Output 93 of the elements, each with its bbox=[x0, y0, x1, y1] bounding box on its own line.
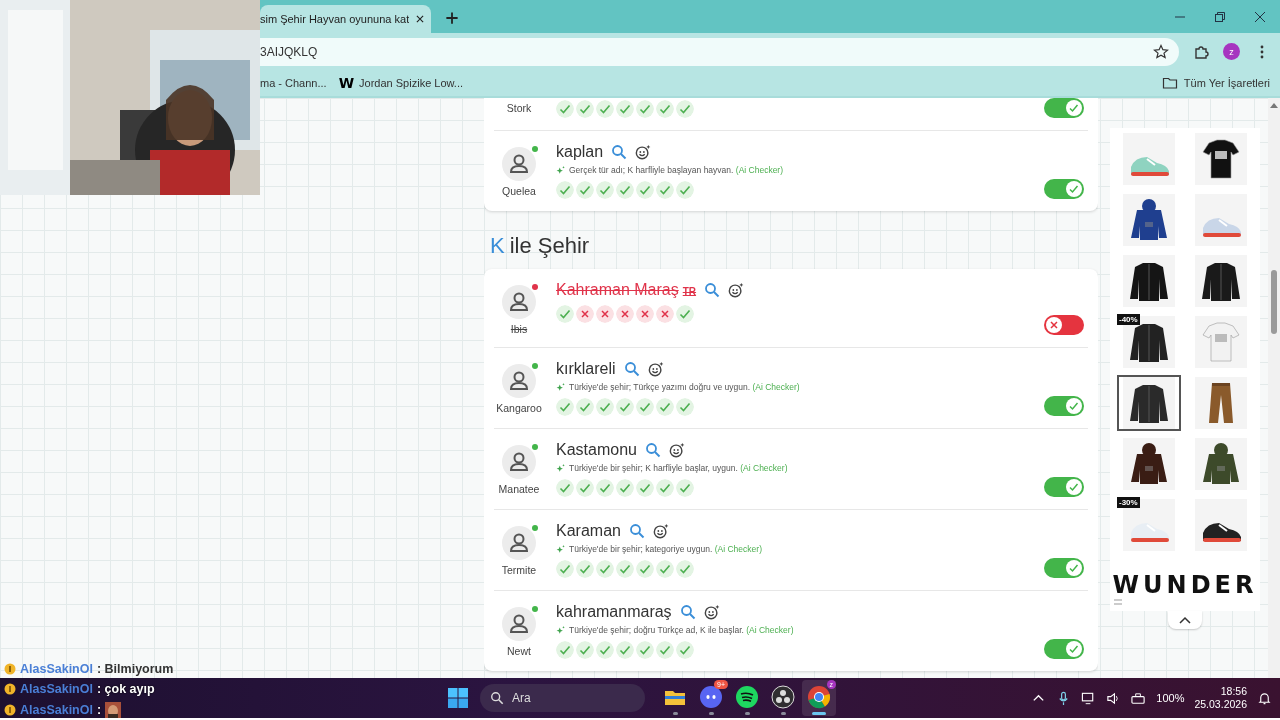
brand-logo[interactable]: WUNDER bbox=[1112, 571, 1258, 599]
chat-message: : bbox=[96, 703, 102, 717]
check-icon bbox=[1066, 560, 1082, 576]
approval-toggle[interactable] bbox=[1044, 558, 1084, 578]
bookmark-link[interactable]: W Jordan Spizike Low... bbox=[338, 75, 464, 91]
user-avatar-icon bbox=[502, 607, 536, 641]
coin-icon bbox=[4, 683, 16, 695]
chat-username: AlasSakinOl bbox=[20, 703, 93, 717]
star-icon[interactable] bbox=[1153, 43, 1169, 60]
smiley-sparkle-icon[interactable] bbox=[635, 144, 652, 160]
answer-text: kahramanmaraş bbox=[556, 603, 672, 621]
search-icon bbox=[490, 691, 504, 705]
user-avatar-icon bbox=[502, 364, 536, 398]
discount-badge: -40% bbox=[1117, 314, 1140, 325]
section-title: ile Şehir bbox=[509, 233, 590, 259]
chat-username: AlasSakinOl bbox=[20, 662, 93, 676]
check-icon bbox=[1066, 479, 1082, 495]
player-name: Termite bbox=[501, 564, 537, 576]
battery-percent: 100% bbox=[1156, 692, 1185, 704]
browser-tab[interactable]: sim Şehir Hayvan oyununa kat bbox=[260, 5, 432, 33]
user-avatar-icon bbox=[502, 147, 536, 181]
search-icon[interactable] bbox=[679, 604, 696, 620]
battery-icon[interactable] bbox=[1131, 690, 1147, 706]
approval-toggle[interactable] bbox=[1044, 179, 1084, 199]
user-avatar-icon bbox=[502, 285, 536, 319]
scroll-up-icon[interactable] bbox=[1270, 102, 1278, 108]
clock[interactable]: 18:56 25.03.2026 bbox=[1194, 685, 1247, 711]
smiley-sparkle-icon[interactable] bbox=[703, 604, 720, 620]
user-avatar-icon bbox=[502, 526, 536, 560]
ai-note: Türkiye'de bir şehir; kategoriye uygun. (Ai Checker) bbox=[569, 544, 762, 554]
coin-icon bbox=[4, 704, 16, 716]
chat-username: AlasSakinOl bbox=[20, 682, 93, 696]
user-avatar-icon bbox=[502, 445, 536, 479]
check-icon bbox=[1066, 100, 1082, 116]
address-field[interactable]: 3AIJQKLQ bbox=[260, 37, 1179, 66]
ai-note: Türkiye'de şehir; Türkçe yazımı doğru ve uygun. (Ai Checker) bbox=[569, 382, 800, 392]
approval-toggle[interactable] bbox=[1044, 315, 1084, 335]
approval-toggle[interactable] bbox=[1044, 396, 1084, 416]
chat-message: : çok ayıp bbox=[96, 682, 155, 696]
player-name: Newt bbox=[507, 645, 531, 657]
collapse-button[interactable] bbox=[1168, 611, 1202, 629]
player-name: Stork bbox=[506, 102, 532, 114]
scrollbar[interactable] bbox=[1268, 98, 1280, 678]
product-tile[interactable]: -30% bbox=[1117, 497, 1181, 553]
answer-text: kaplan bbox=[556, 143, 604, 161]
smiley-sparkle-icon[interactable] bbox=[728, 282, 745, 298]
approval-toggle[interactable] bbox=[1044, 98, 1084, 118]
approval-toggle[interactable] bbox=[1044, 639, 1084, 659]
search-icon[interactable] bbox=[704, 282, 721, 298]
player-name: Ibis bbox=[510, 323, 528, 335]
notification-bell-icon[interactable] bbox=[1257, 690, 1272, 706]
ai-note: Türkiye'de şehir; doğru Türkçe ad, K ile başlar. (Ai Checker) bbox=[569, 625, 794, 635]
puzzle-icon[interactable] bbox=[1193, 43, 1209, 60]
cross-icon bbox=[1046, 317, 1062, 333]
answer-text: Karaman bbox=[556, 522, 621, 540]
section-letter: K bbox=[490, 233, 505, 259]
ai-note: Gerçek tür adı; K harfliyle başlayan hayvan. (Ai Checker) bbox=[569, 165, 784, 175]
check-icon bbox=[1066, 181, 1082, 197]
search-icon[interactable] bbox=[628, 523, 645, 539]
ai-note: Türkiye'de bir şehir; K harfliyle başlar, uygun. (Ai Checker) bbox=[569, 463, 788, 473]
sparkle-icon bbox=[556, 382, 565, 392]
sparkle-icon bbox=[556, 544, 565, 554]
sparkle-icon bbox=[556, 165, 565, 175]
caret-up-icon bbox=[1179, 616, 1191, 624]
approval-toggle[interactable] bbox=[1044, 477, 1084, 497]
folder-icon bbox=[1161, 75, 1178, 91]
answer-text: Kastamonu bbox=[556, 441, 637, 459]
all-bookmarks-link[interactable]: Tüm Yer İşaretleri bbox=[1183, 77, 1270, 89]
bookmark-link[interactable]: ma - Chann... bbox=[260, 77, 327, 89]
windows-start-icon[interactable] bbox=[446, 686, 470, 710]
sparkle-icon bbox=[556, 625, 565, 635]
smiley-sparkle-icon[interactable] bbox=[652, 523, 669, 539]
product-tile[interactable] bbox=[1117, 375, 1181, 431]
answer-text: kırklareli bbox=[556, 360, 616, 378]
coin-icon bbox=[4, 663, 16, 675]
taskbar-search-field[interactable]: Ara bbox=[480, 684, 645, 712]
answer-text: Kahraman Maraş TR bbox=[556, 281, 697, 299]
profile-avatar[interactable]: z bbox=[1223, 43, 1240, 60]
player-name: Manatee bbox=[498, 483, 540, 495]
player-name: Kangaroo bbox=[496, 402, 542, 414]
product-tile[interactable]: -40% bbox=[1117, 314, 1181, 370]
smiley-sparkle-icon[interactable] bbox=[668, 442, 685, 458]
check-icon bbox=[1066, 398, 1082, 414]
close-icon[interactable] bbox=[415, 14, 426, 24]
chat-message: : Bilmiyorum bbox=[96, 662, 174, 676]
sparkle-icon bbox=[556, 463, 565, 473]
discount-badge: -30% bbox=[1117, 497, 1140, 508]
search-icon[interactable] bbox=[623, 361, 640, 377]
check-icon bbox=[1066, 641, 1082, 657]
player-name: Quelea bbox=[502, 185, 536, 197]
smiley-sparkle-icon[interactable] bbox=[647, 361, 664, 377]
search-icon[interactable] bbox=[644, 442, 661, 458]
search-icon[interactable] bbox=[611, 144, 628, 160]
